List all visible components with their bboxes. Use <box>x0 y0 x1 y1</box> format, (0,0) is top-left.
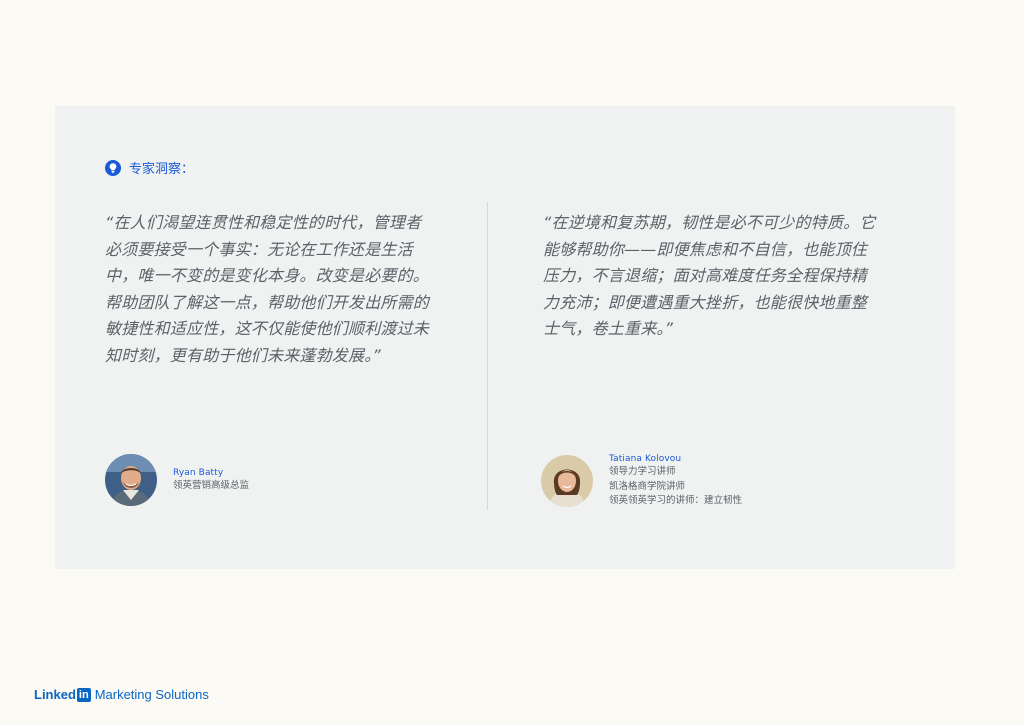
linkedin-in-icon: in <box>76 687 91 702</box>
insight-header: 专家洞察： <box>105 158 194 177</box>
column-divider <box>487 202 488 510</box>
author-tatiana: Tatiana Kolovou 领导力学习讲师 凯洛格商学院讲师 领英领英学习的… <box>541 454 742 508</box>
author-role-line: 领导力学习讲师 <box>609 466 676 477</box>
insight-label: 专家洞察： <box>129 162 195 177</box>
author-name: Ryan Batty <box>173 467 224 478</box>
logo-suffix-text: Marketing Solutions <box>94 687 209 702</box>
logo-linked-text: Linked <box>34 687 76 702</box>
avatar <box>541 454 593 507</box>
author-role-line: 领英领英学习的讲师：建立韧性 <box>609 495 743 506</box>
avatar-photo-icon <box>105 454 157 506</box>
author-ryan: Ryan Batty 领英营销高级总监 <box>105 454 249 506</box>
quote-left: “在人们渴望连贯性和稳定性的时代，管理者必须要接受一个事实：无论在工作还是生活中… <box>105 213 430 365</box>
quote-right: “在逆境和复苏期，韧性是必不可少的特质。它能够帮助你——即便焦虑和不自信，也能顶… <box>543 213 876 338</box>
author-role-line: 凯洛格商学院讲师 <box>609 480 686 492</box>
lightbulb-icon <box>105 159 121 176</box>
author-name: Tatiana Kolovou <box>609 454 682 464</box>
avatar-photo-icon <box>541 454 593 507</box>
author-role: 领英营销高级总监 <box>173 479 250 491</box>
page: 专家洞察： “在人们渴望连贯性和稳定性的时代，管理者必须要接受一个事实：无论在工… <box>0 0 1024 725</box>
avatar <box>105 454 157 506</box>
insight-card: 专家洞察： “在人们渴望连贯性和稳定性的时代，管理者必须要接受一个事实：无论在工… <box>55 106 955 569</box>
linkedin-marketing-solutions-logo[interactable]: Linked in Marketing Solutions <box>34 687 209 702</box>
